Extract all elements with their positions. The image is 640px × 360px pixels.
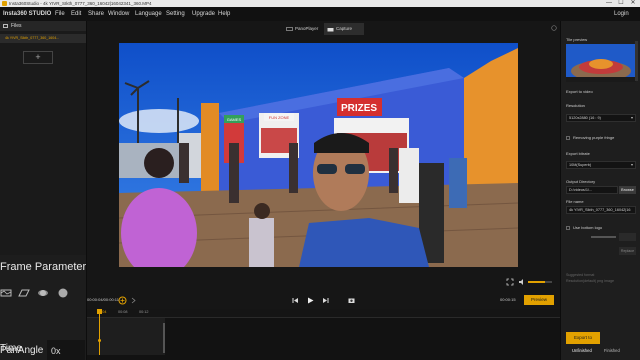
menu-bar: Insta360 STUDIO File Edit Share Window L… [0,7,640,21]
chevron-down-icon: ▾ [630,115,633,120]
tile-preview-label: Tile preview [566,37,588,42]
video-viewport[interactable]: GAMES FUN ZONE PRIZES [119,43,518,267]
volume-slider-fill [528,281,545,283]
export-bitrate-label: Export bitrate [566,151,590,156]
menu-setting[interactable]: Setting [166,7,185,21]
volume-icon[interactable] [518,278,526,286]
tile-preview-image [566,44,636,82]
close-button[interactable]: ✕ [628,0,638,7]
planet-icon[interactable] [37,288,49,298]
output-directory-value: D:/videos/1/... [569,188,593,192]
menu-help[interactable]: Help [218,7,230,21]
export-button[interactable]: Export to [566,332,600,344]
browse-button[interactable]: Browse [619,186,636,194]
export-to-video-label: Export to video [566,89,593,94]
window-title: Insta360Studio - 4k YIVR_SIkth_0777_360_… [9,1,152,6]
skip-forward-icon[interactable] [322,297,329,304]
bottom-logo-checkbox[interactable] [566,226,570,230]
logo-size-slider[interactable] [591,236,616,238]
bitrate-select[interactable]: 10M(Superb) ▾ [566,161,636,169]
plane-icon[interactable] [18,288,30,298]
skip-back-icon[interactable] [292,297,299,304]
minimize-button[interactable]: — [604,0,614,7]
tab-capture[interactable]: Capture [324,23,364,35]
rectangle-icon[interactable] [0,288,12,298]
menu-window[interactable]: Window [108,7,129,21]
bottom-logo-label: Use bottom logo [573,225,603,230]
timeline[interactable]: 00:04 00:08 00:12 [87,309,560,360]
title-bar: Insta360Studio - 4k YIVR_SIkth_0777_360_… [0,0,640,7]
add-file-button[interactable]: + [23,51,53,64]
settings-icon[interactable] [551,25,557,31]
resolution-label: Resolution [566,103,585,108]
output-directory-field[interactable]: D:/videos/1/... [566,186,618,194]
file-name-label: File name [566,199,584,204]
play-icon[interactable] [307,297,314,304]
timeline-playhead[interactable] [99,309,100,355]
menu-share[interactable]: Share [88,7,104,21]
menu-upgrade[interactable]: Upgrade [192,7,215,21]
file-item-label: 4k YIVR_SIkth_0777_360_1604... [5,36,60,40]
preview-button[interactable]: Preview [524,295,554,305]
pan-angle-label: PanAngle [0,345,44,356]
playback-controls: 00:00:04/00:00:11 00:00:15 Preview [87,294,560,308]
tab-panoplayer-label: PanoPlayer [295,26,319,31]
app-menu[interactable]: Insta360 STUDIO [3,7,51,21]
login-link[interactable]: Login [614,7,629,21]
timeline-tick: 00:08 [118,310,128,314]
panel-scrollbar[interactable] [635,41,638,81]
resolution-select[interactable]: 5120x2880 (16 : 9) ▾ [566,114,636,122]
panorama-icon [286,27,293,31]
menu-file[interactable]: File [55,7,65,21]
camera-snapshot-icon[interactable] [348,297,355,304]
tab-finished[interactable]: Finished [604,348,620,353]
panorama-frame: GAMES FUN ZONE PRIZES [119,43,518,267]
purple-fringe-checkbox[interactable] [566,136,570,140]
add-keyframe-icon[interactable] [118,296,127,305]
logo-size-input[interactable] [619,233,636,241]
timeline-track-end [163,323,165,353]
sphere-icon[interactable] [57,288,69,298]
file-name-field[interactable]: 4k YIVR_SIkth_0777_360_16042|16 [566,206,636,214]
end-time: 00:00:15 [500,297,516,302]
resolution-value: 5120x2880 (16 : 9) [569,116,601,120]
files-panel: Files 4k YIVR_SIkth_0777_360_1604... + F… [0,21,87,360]
app-logo-icon [2,1,7,6]
maximize-button[interactable]: ☐ [616,0,626,7]
purple-fringe-label: Removing purple fringe [573,135,615,140]
sign-fun-zone: FUN ZONE [269,115,290,120]
output-directory-label: Output Directory [566,179,596,184]
tab-capture-label: Capture [336,26,353,31]
file-name-value: 4k YIVR_SIkth_0777_360_16042|16 [569,208,631,212]
suggested-resolution-text: Resolution(default) png image [566,279,614,283]
mode-switcher: PanoPlayer Capture [283,23,365,35]
timeline-tick: 00:12 [139,310,149,314]
sign-games: GAMES [227,117,242,122]
current-time: 00:00:04/00:00:11 [87,297,119,302]
export-panel: Tile preview Export to video Resolution … [560,21,640,360]
files-header: Files [0,21,86,31]
bitrate-value: 10M(Superb) [569,163,592,167]
file-list-item[interactable]: 4k YIVR_SIkth_0777_360_1604... [0,34,86,43]
keyframe-marker[interactable] [98,339,101,342]
next-keyframe-icon[interactable] [130,297,137,304]
tile-preview-thumbnail [566,44,636,82]
frame-parameter-title: Frame Parameter [0,261,87,273]
replace-logo-button[interactable]: Replace [619,247,636,255]
timeline-ruler: 00:04 00:08 00:12 [87,309,560,318]
camera-icon [327,28,334,32]
menu-language[interactable]: Language [135,7,162,21]
chevron-down-icon: ▾ [630,162,633,167]
folder-icon [3,24,8,28]
volume-slider[interactable] [528,281,552,283]
tab-panoplayer[interactable]: PanoPlayer [283,23,323,35]
menu-edit[interactable]: Edit [71,7,81,21]
fullscreen-icon[interactable] [506,278,514,286]
suggested-format-text: Suggested format [566,273,595,277]
files-header-label: Files [11,23,22,29]
pan-angle-input[interactable]: 0x [47,342,85,360]
sign-prizes: PRIZES [341,103,377,114]
timeline-playhead-handle[interactable] [97,309,102,314]
tab-unfinished[interactable]: Unfinished [572,348,592,353]
